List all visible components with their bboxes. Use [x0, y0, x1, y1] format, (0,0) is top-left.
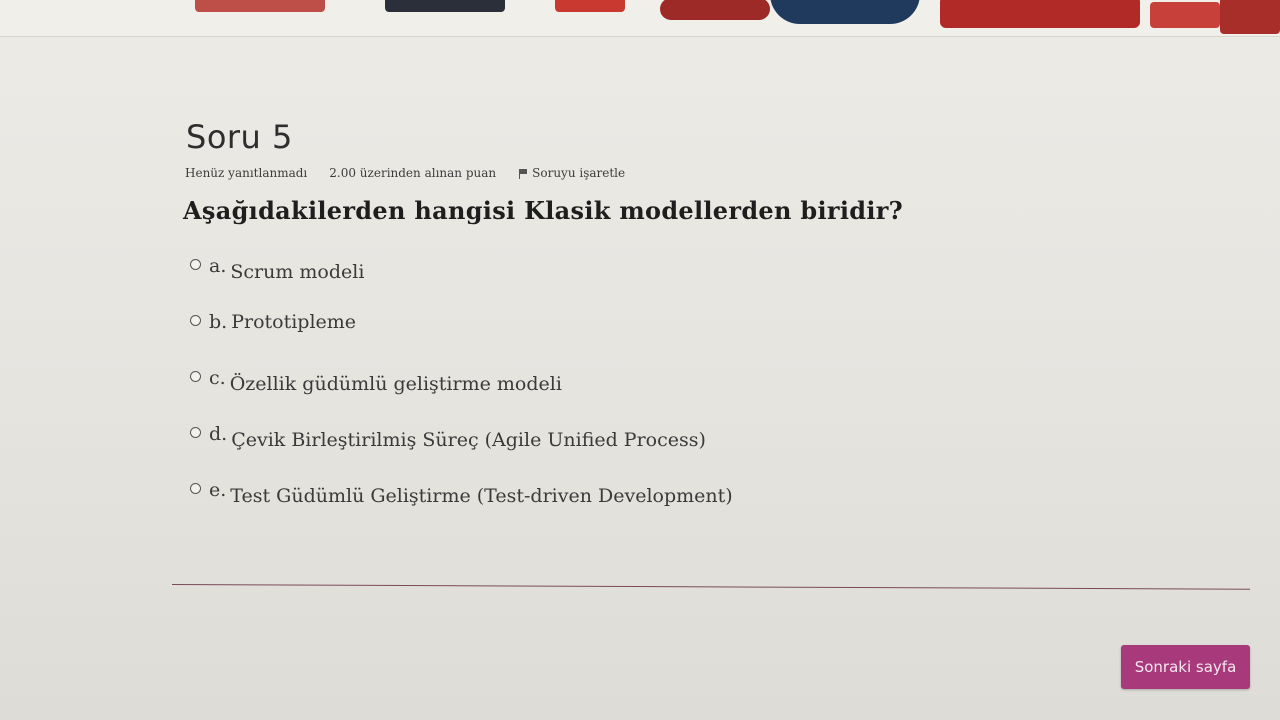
question-text: Aşağıdakilerden hangisi Klasik modellerd… [183, 196, 904, 225]
flag-label: Soruyu işaretle [532, 166, 626, 180]
flag-question-link[interactable]: Soruyu işaretle [518, 166, 625, 180]
answer-text: Çevik Birleştirilmiş Süreç (Agile Unifie… [231, 429, 706, 451]
radio-button-d[interactable] [190, 427, 201, 438]
radio-button-c[interactable] [190, 371, 201, 382]
question-container: Soru 5 Henüz yanıtlanmadı 2.00 üzerinden… [172, 110, 1252, 535]
answer-option-a[interactable]: a. Scrum modeli [188, 255, 1252, 311]
answer-option-d[interactable]: d. Çevik Birleştirilmiş Süreç (Agile Uni… [188, 423, 1252, 479]
question-status: Henüz yanıtlanmadı [185, 166, 308, 180]
header-banner [0, 0, 1280, 37]
answer-letter: a. [209, 255, 227, 277]
question-info: Henüz yanıtlanmadı 2.00 üzerinden alınan… [185, 166, 1252, 180]
answer-option-b[interactable]: b. Prototipleme [188, 311, 1252, 367]
answer-letter: b. [209, 311, 228, 333]
answer-text: Özellik güdümlü geliştirme modeli [229, 373, 562, 395]
question-title: Soru 5 [186, 118, 293, 156]
radio-button-b[interactable] [190, 315, 201, 326]
radio-button-e[interactable] [190, 483, 201, 494]
quiz-page: Soru 5 Henüz yanıtlanmadı 2.00 üzerinden… [0, 0, 1280, 720]
answer-text: Scrum modeli [230, 261, 365, 283]
radio-button-a[interactable] [190, 259, 201, 270]
answer-text: Test Güdümlü Geliştirme (Test-driven Dev… [230, 485, 733, 507]
answer-option-c[interactable]: c. Özellik güdümlü geliştirme modeli [188, 367, 1252, 423]
answer-letter: e. [209, 479, 227, 501]
flag-icon [518, 168, 528, 179]
answer-text: Prototipleme [231, 311, 357, 333]
question-points: 2.00 üzerinden alınan puan [329, 166, 497, 180]
answer-option-e[interactable]: e. Test Güdümlü Geliştirme (Test-driven … [188, 479, 1252, 535]
answer-letter: d. [209, 423, 228, 445]
next-page-button[interactable]: Sonraki sayfa [1121, 645, 1250, 689]
answer-letter: c. [209, 367, 226, 389]
divider [171, 584, 1250, 590]
answer-list: a. Scrum modeli b. Prototipleme c. Özell… [188, 255, 1252, 535]
